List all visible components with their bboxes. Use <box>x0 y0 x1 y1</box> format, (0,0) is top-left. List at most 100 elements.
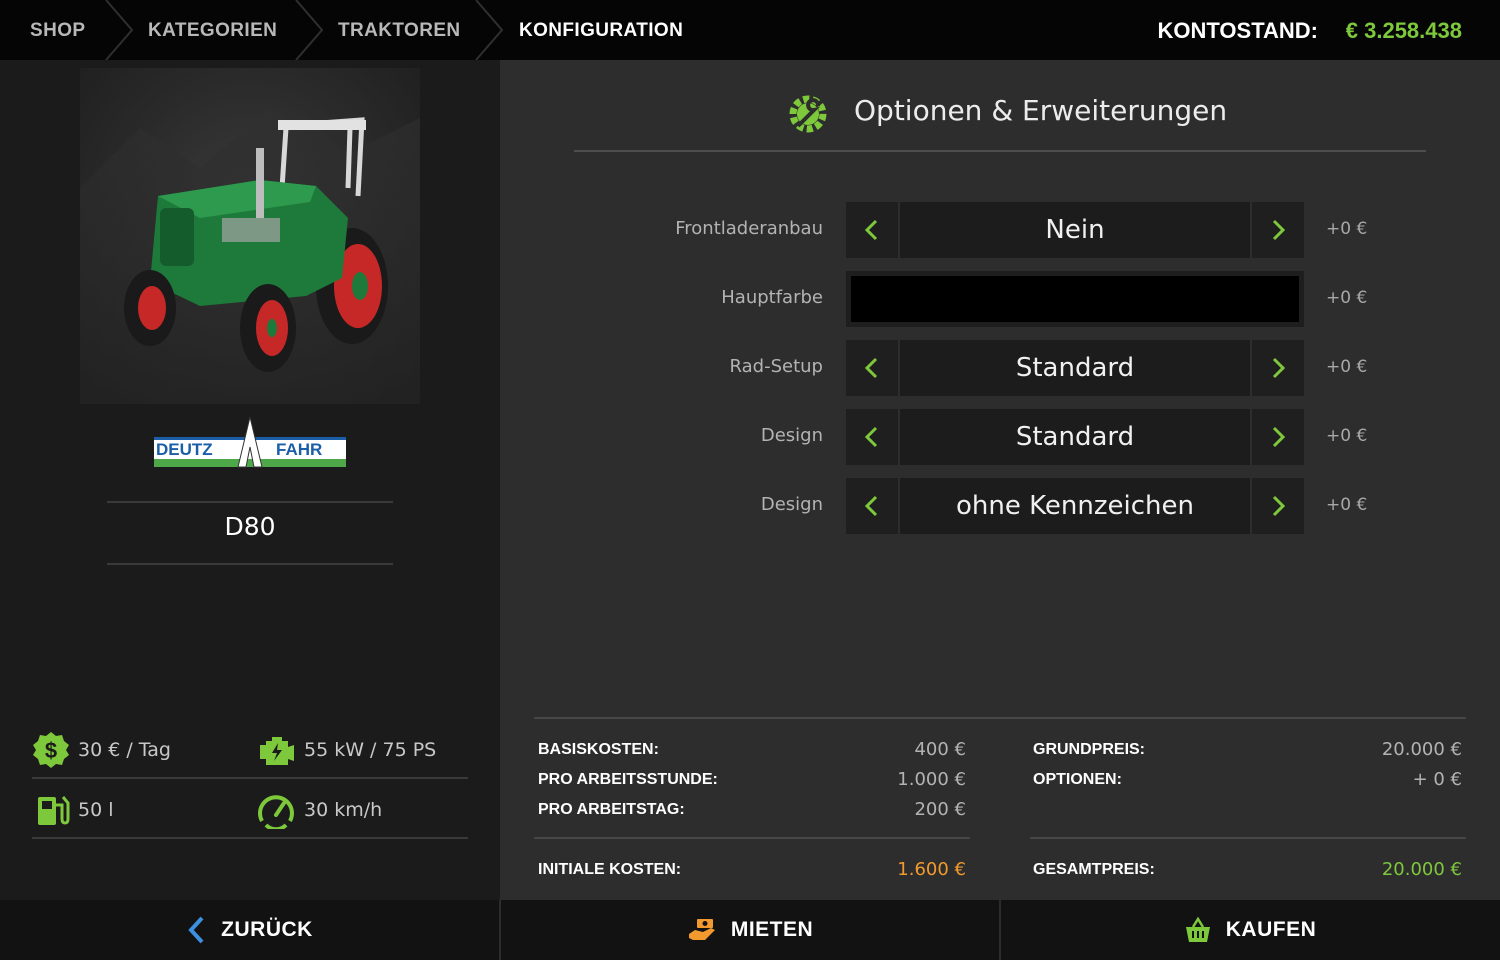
lease-day-label: PRO ARBEITSTAG: <box>538 801 685 818</box>
divider <box>574 150 1426 152</box>
top-bar: SHOP KATEGORIEN TRAKTOREN KONFIGURATION … <box>0 0 1500 60</box>
color-swatch <box>851 276 1299 322</box>
option-value: ohne Kennzeichen <box>956 491 1194 521</box>
divider <box>32 837 468 839</box>
svg-text:DEUTZ: DEUTZ <box>156 440 213 459</box>
option-label-wheel-setup: Rad-Setup <box>729 356 823 377</box>
option-price: +0 € <box>1326 495 1368 515</box>
purchase-base-label: GRUNDPREIS: <box>1033 741 1146 758</box>
configuration-panel: Optionen & Erweiterungen Frontladeranbau… <box>500 60 1500 900</box>
fuel-pump-icon <box>38 796 70 825</box>
option-selector-frontloader: Nein <box>846 202 1304 258</box>
chevron-right-icon <box>1272 357 1286 379</box>
engine-icon <box>260 737 294 765</box>
divider <box>107 563 393 565</box>
lease-initial-value: 1.600 € <box>897 859 966 880</box>
option-price: +0 € <box>1326 219 1368 239</box>
chevron-left-icon <box>864 426 878 448</box>
speedometer-icon <box>258 795 294 829</box>
purchase-options-label: OPTIONEN: <box>1033 771 1122 788</box>
lease-day-value: 200 € <box>914 799 966 820</box>
previous-option-button[interactable] <box>846 202 900 258</box>
purchase-base-value: 20.000 € <box>1381 739 1462 760</box>
back-button[interactable]: ZURÜCK <box>0 900 500 960</box>
option-price: +0 € <box>1326 288 1368 308</box>
next-option-button[interactable] <box>1250 340 1304 396</box>
lease-hour-label: PRO ARBEITSSTUNDE: <box>538 771 718 788</box>
purchase-total-label: GESAMTPREIS: <box>1033 861 1155 878</box>
option-value: Nein <box>1045 215 1105 245</box>
option-label-frontloader: Frontladeranbau <box>675 218 823 239</box>
divider <box>534 837 970 839</box>
chevron-left-icon <box>188 916 204 944</box>
spec-daily-cost-value: 30 € / Tag <box>78 739 171 761</box>
svg-text:$: $ <box>45 738 57 763</box>
spec-daily-cost: $ 30 € / Tag <box>32 730 171 770</box>
breadcrumb-separator-icon <box>295 0 324 60</box>
option-selector-wheel-setup: Standard <box>846 340 1304 396</box>
chevron-left-icon <box>864 495 878 517</box>
option-label-design-plate: Design <box>760 494 823 515</box>
tractor-image <box>80 108 420 404</box>
divider <box>32 777 468 779</box>
lease-base-value: 400 € <box>914 739 966 760</box>
vehicle-model-name: D80 <box>224 512 276 541</box>
next-option-button[interactable] <box>1250 478 1304 534</box>
breadcrumb-traktoren[interactable]: TRAKTOREN <box>338 0 461 60</box>
option-price: +0 € <box>1326 426 1368 446</box>
wrench-gear-icon <box>789 95 827 133</box>
next-option-button[interactable] <box>1250 202 1304 258</box>
option-price: +0 € <box>1326 357 1368 377</box>
lease-hour-value: 1.000 € <box>897 769 966 790</box>
option-selector-design: Standard <box>846 409 1304 465</box>
account-balance-value: € 3.258.438 <box>1345 18 1462 43</box>
breadcrumb-shop[interactable]: SHOP <box>30 0 85 60</box>
buy-button[interactable]: KAUFEN <box>1000 900 1500 960</box>
divider <box>107 501 393 503</box>
option-value: Standard <box>1015 353 1135 383</box>
shopping-basket-icon <box>1185 916 1210 942</box>
chevron-right-icon <box>1272 495 1286 517</box>
lease-initial-label: INITIALE KOSTEN: <box>538 861 682 878</box>
breadcrumb-konfiguration: KONFIGURATION <box>519 20 684 41</box>
option-label-main-color: Hauptfarbe <box>721 287 823 308</box>
lease-button[interactable]: MIETEN <box>500 900 1000 960</box>
next-option-button[interactable] <box>1250 409 1304 465</box>
chevron-right-icon <box>1272 426 1286 448</box>
purchase-total-value: 20.000 € <box>1381 859 1462 880</box>
previous-option-button[interactable] <box>846 340 900 396</box>
color-selector[interactable] <box>846 271 1304 327</box>
divider <box>534 717 1466 719</box>
spec-fuel: 50 l <box>32 790 114 830</box>
previous-option-button[interactable] <box>846 478 900 534</box>
option-value: Standard <box>1015 422 1135 452</box>
spec-speed-value: 30 km/h <box>304 799 383 821</box>
chevron-left-icon <box>864 219 878 241</box>
breadcrumb-separator-icon <box>105 0 134 60</box>
lease-button-label: MIETEN <box>730 918 814 941</box>
bottom-action-bar: ZURÜCK MIETEN KAUFEN <box>0 900 1500 960</box>
spec-power: 55 kW / 75 PS <box>256 730 436 770</box>
vehicle-preview <box>80 68 420 404</box>
option-selector-design-plate: ohne Kennzeichen <box>846 478 1304 534</box>
chevron-left-icon <box>864 357 878 379</box>
divider <box>1030 837 1466 839</box>
purchase-options-value: + 0 € <box>1412 769 1462 790</box>
options-title: Optionen & Erweiterungen <box>854 94 1228 127</box>
svg-text:FAHR: FAHR <box>276 440 322 459</box>
previous-option-button[interactable] <box>846 409 900 465</box>
account-balance-label: KONTOSTAND: <box>1157 18 1318 43</box>
spec-speed: 30 km/h <box>256 790 382 830</box>
breadcrumb-separator-icon <box>475 0 504 60</box>
spec-power-value: 55 kW / 75 PS <box>304 739 437 761</box>
back-button-label: ZURÜCK <box>221 918 313 941</box>
breadcrumb-kategorien[interactable]: KATEGORIEN <box>148 0 277 60</box>
money-icon: $ <box>33 732 69 768</box>
lease-base-label: BASISKOSTEN: <box>538 741 659 758</box>
vehicle-info-panel: DEUTZ FAHR D80 $ 30 € / Tag 55 kW / 75 P… <box>0 60 500 900</box>
option-label-design: Design <box>760 425 823 446</box>
hand-money-icon <box>688 919 715 940</box>
chevron-right-icon <box>1272 219 1286 241</box>
buy-button-label: KAUFEN <box>1225 918 1317 941</box>
spec-fuel-value: 50 l <box>78 799 114 821</box>
